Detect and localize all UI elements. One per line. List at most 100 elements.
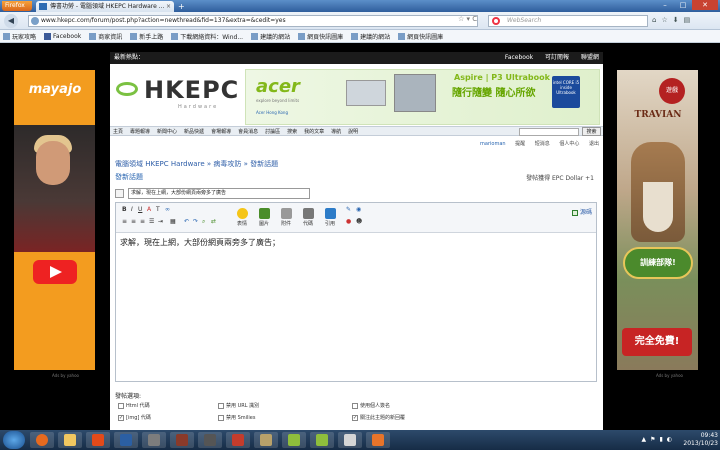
menu-item[interactable]: 新品快遞 xyxy=(184,128,204,135)
username-link[interactable]: marioman xyxy=(480,141,506,147)
firefox-menu-button[interactable]: Firefox xyxy=(2,1,32,11)
menu-item[interactable]: 新聞中心 xyxy=(157,128,177,135)
topstrip-link[interactable]: 可訂閱報 xyxy=(545,54,569,61)
option-img[interactable]: ✓ [img] 代碼 xyxy=(118,414,151,421)
ad-cta-button[interactable]: 完全免費! xyxy=(622,328,692,356)
topic-icon[interactable] xyxy=(115,189,124,198)
option-disable-smilies[interactable]: 禁用 Smilies xyxy=(218,414,255,421)
font-size-icon[interactable]: T xyxy=(156,206,160,213)
back-icon[interactable]: ◀ xyxy=(4,14,18,28)
checkbox[interactable]: ✓ xyxy=(352,414,358,421)
app-taskbar-icon[interactable] xyxy=(282,432,306,448)
user-link[interactable]: 短消息 xyxy=(535,141,550,147)
checkbox[interactable] xyxy=(218,414,224,421)
app-taskbar-icon[interactable] xyxy=(170,432,194,448)
video-play-icon[interactable] xyxy=(33,260,77,284)
bookmark-item[interactable]: 網頁快訊圖庫 xyxy=(298,32,343,41)
option-html[interactable]: Html 代碼 xyxy=(118,402,150,409)
bookmark-item[interactable]: 建議的網站 xyxy=(351,32,390,41)
menu-item[interactable]: 主頁 xyxy=(113,128,123,135)
post-editor[interactable]: B I U A T ∞ ≡ ≡ ≡ ☰ ⇥ ▦ ↶ ↷ ⌕ ⇄ 表情 圖片 附件… xyxy=(115,202,597,382)
bookmark-item[interactable]: 網頁快訊圖庫 xyxy=(398,32,443,41)
bookmark-item[interactable]: 商家資訊 xyxy=(89,32,122,41)
user-link[interactable]: 提醒 xyxy=(515,141,525,147)
checkbox[interactable] xyxy=(218,402,224,409)
app-taskbar-icon[interactable] xyxy=(198,432,222,448)
new-tab-icon[interactable]: + xyxy=(178,2,185,11)
menu-item[interactable]: 搜索 xyxy=(287,128,297,135)
indent-icon[interactable]: ⇥ xyxy=(158,218,163,225)
app-taskbar-icon[interactable] xyxy=(338,432,362,448)
bookmark-item[interactable]: 建議的網站 xyxy=(251,32,290,41)
app-taskbar-icon[interactable] xyxy=(310,432,334,448)
bold-icon[interactable]: B xyxy=(122,206,127,213)
breadcrumb[interactable]: 電腦領域 HKEPC Hardware » 病毒攻防 » 發新話題 xyxy=(115,159,278,169)
tab-close-icon[interactable]: × xyxy=(166,1,171,12)
align-right-icon[interactable]: ≡ xyxy=(140,218,145,225)
site-logo[interactable]: HKEPC Hardware xyxy=(116,72,246,112)
menu-item[interactable]: 導航 xyxy=(331,128,341,135)
minimize-button[interactable]: – xyxy=(656,0,674,10)
quote-button[interactable]: 引用 xyxy=(322,208,338,227)
search-input[interactable]: WebSearch xyxy=(488,15,648,27)
align-center-icon[interactable]: ≡ xyxy=(131,218,136,225)
browser-tab[interactable]: 傳書功勞 - 電腦領域 HKEPC Hardware ... × xyxy=(36,1,174,12)
redo-icon[interactable]: ↷ xyxy=(193,218,198,225)
menu-item[interactable]: 會員消息 xyxy=(238,128,258,135)
source-toggle[interactable]: 源碼 xyxy=(571,207,592,216)
subject-input[interactable]: 求解，現在上網，大部份網頁兩旁多了廣告 xyxy=(128,188,310,199)
find-icon[interactable]: ⌕ xyxy=(202,218,205,226)
app-taskbar-icon[interactable] xyxy=(254,432,278,448)
replace-icon[interactable]: ⇄ xyxy=(211,218,216,225)
align-left-icon[interactable]: ≡ xyxy=(122,218,127,225)
attachment-button[interactable]: 附件 xyxy=(278,208,294,227)
bookmark-item[interactable]: Facebook xyxy=(44,32,81,40)
site-search-input[interactable] xyxy=(519,128,579,136)
menu-item[interactable]: 我的文章 xyxy=(304,128,324,135)
bookmark-item[interactable]: 玩家攻略 xyxy=(3,32,36,41)
checkbox[interactable] xyxy=(352,402,358,409)
left-advertisement[interactable]: mayajo xyxy=(14,70,95,370)
undo-icon[interactable]: ↶ xyxy=(184,218,189,225)
address-bar[interactable]: www.hkepc.com/forum/post.php?action=newt… xyxy=(28,15,478,27)
menu-item[interactable]: 說明 xyxy=(348,128,358,135)
delete-icon[interactable]: ● xyxy=(346,218,351,225)
system-tray-icons[interactable]: ▲⚑▮◐ xyxy=(641,436,676,443)
source-checkbox[interactable] xyxy=(571,209,578,216)
option-follow-thread[interactable]: ✓ 關注此主題的新回覆 xyxy=(352,414,405,421)
checkbox[interactable]: ✓ xyxy=(118,414,124,421)
list-icon[interactable]: ☰ xyxy=(149,218,154,225)
start-button[interactable] xyxy=(3,431,25,449)
app-taskbar-icon[interactable] xyxy=(366,432,390,448)
table-icon[interactable]: ▦ xyxy=(170,218,176,225)
code-button[interactable]: 代碼 xyxy=(300,208,316,227)
italic-icon[interactable]: I xyxy=(131,206,133,213)
acer-banner[interactable]: acer explore beyond limits Acer Hong Kon… xyxy=(245,69,600,125)
hide-icon[interactable]: ✎ xyxy=(346,206,351,213)
site-search-button[interactable]: 搜索 xyxy=(582,127,601,136)
media-taskbar-icon[interactable] xyxy=(86,432,110,448)
link-icon[interactable]: ∞ xyxy=(165,206,170,213)
underline-icon[interactable]: U xyxy=(138,206,142,213)
emoticon-button[interactable]: 表情 xyxy=(234,208,250,227)
image-button[interactable]: 圖片 xyxy=(256,208,272,227)
topstrip-link[interactable]: Facebook xyxy=(505,54,533,61)
checkbox[interactable] xyxy=(118,402,124,409)
preview-icon[interactable]: ◉ xyxy=(356,206,361,213)
bookmark-item[interactable]: 新手上路 xyxy=(130,32,163,41)
menu-item[interactable]: 會場報導 xyxy=(211,128,231,135)
color-icon[interactable]: A xyxy=(147,206,151,213)
option-signature[interactable]: 使用個人簽名 xyxy=(352,402,390,409)
menu-item[interactable]: 討論區 xyxy=(265,128,280,135)
bookmark-item[interactable]: 下載網絡資料：Wind... xyxy=(171,32,243,41)
taskbar-clock[interactable]: 09:43 2013/10/23 xyxy=(678,432,718,448)
bookmark-star-icon[interactable]: ☆ ▾ C xyxy=(458,15,477,23)
folder-taskbar-icon[interactable] xyxy=(58,432,82,448)
user-icon[interactable]: ☻ xyxy=(356,218,362,225)
toolbar-icons[interactable]: ⌂☆⬇▤ xyxy=(652,16,695,24)
app-taskbar-icon[interactable] xyxy=(142,432,166,448)
firefox-taskbar-icon[interactable] xyxy=(30,432,54,448)
app-taskbar-icon[interactable] xyxy=(114,432,138,448)
app-taskbar-icon[interactable] xyxy=(226,432,250,448)
close-button[interactable]: ✕ xyxy=(692,0,718,10)
